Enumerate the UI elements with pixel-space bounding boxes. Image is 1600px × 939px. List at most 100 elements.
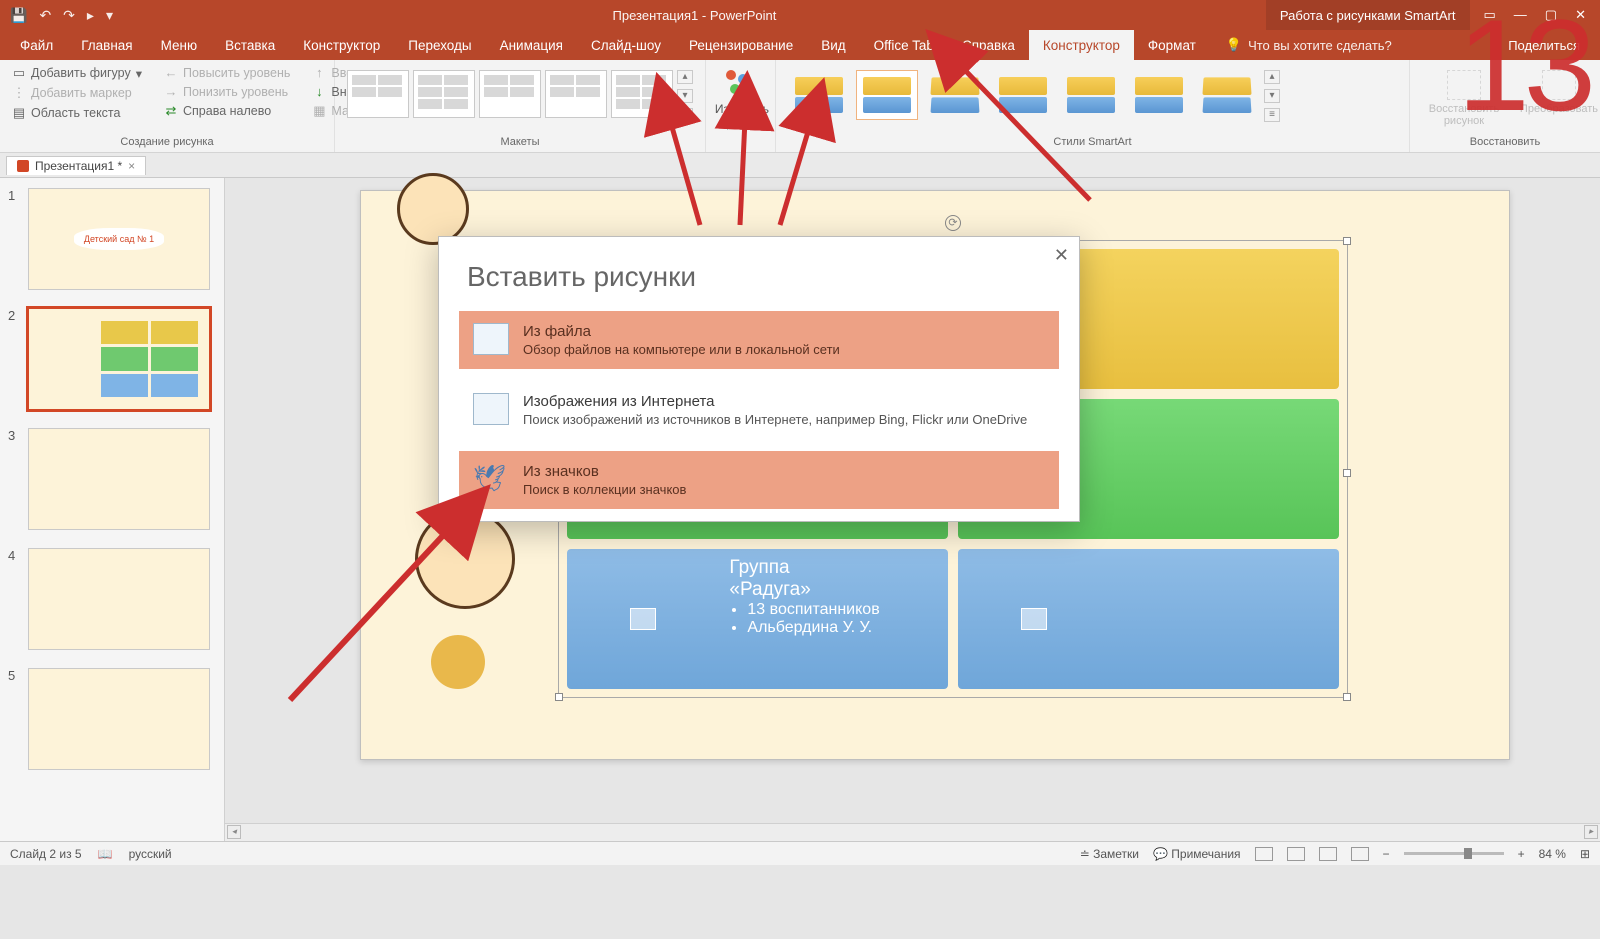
layouts-gallery-nav[interactable]: ▴▾≡ (677, 70, 693, 122)
promote-button[interactable]: ←Повысить уровень (160, 64, 294, 81)
icons-icon: 🕊 (473, 463, 509, 495)
smartart-cell[interactable] (958, 549, 1339, 689)
slide-thumbnail-2[interactable]: 2 (8, 308, 216, 410)
slide-thumbnail-3[interactable]: 3 (8, 428, 216, 530)
chevron-down-icon: ▾ (677, 89, 693, 103)
tab-slideshow[interactable]: Слайд-шоу (577, 30, 675, 60)
layout-thumbnail[interactable] (479, 70, 541, 118)
undo-icon[interactable]: ↶ (39, 7, 51, 24)
style-thumbnail[interactable] (924, 70, 986, 120)
add-shape-icon: ▭ (12, 65, 26, 81)
title-bar: 💾 ↶ ↷ ▸ ▾ Презентация1 - PowerPoint Рабо… (0, 0, 1600, 30)
tab-home[interactable]: Главная (67, 30, 146, 60)
zoom-out-button[interactable]: − (1383, 847, 1390, 861)
fit-to-window-button[interactable]: ⊞ (1580, 847, 1590, 861)
ribbon-group-layouts: ▴▾≡ Макеты (335, 60, 706, 152)
style-thumbnail[interactable] (1060, 70, 1122, 120)
tab-view[interactable]: Вид (807, 30, 859, 60)
scroll-left-icon: ◂ (227, 825, 241, 839)
notes-button[interactable]: ≐ Заметки (1080, 847, 1139, 861)
tell-me-search[interactable]: 💡 Что вы хотите сделать? (1226, 30, 1392, 60)
style-thumbnail[interactable] (1128, 70, 1190, 120)
annotation-number: 13 (1457, 0, 1590, 130)
text-pane-button[interactable]: ▤Область текста (8, 104, 146, 122)
scroll-right-icon: ▸ (1584, 825, 1598, 839)
layout-icon: ▦ (312, 103, 326, 119)
tab-design[interactable]: Конструктор (289, 30, 394, 60)
normal-view-button[interactable] (1255, 847, 1273, 861)
more-icon: ≡ (1264, 108, 1280, 122)
slide-thumbnails-panel[interactable]: 1Детский сад № 1 2 3 4 5 (0, 178, 225, 841)
change-colors-button[interactable]: Изменить цвета ▾ (714, 64, 770, 130)
status-bar: Слайд 2 из 5 📖 русский ≐ Заметки 💬 Приме… (0, 841, 1600, 865)
layout-thumbnail[interactable] (413, 70, 475, 118)
tab-smartart-design[interactable]: Конструктор (1029, 30, 1134, 60)
ribbon-group-change-colors: Изменить цвета ▾ (706, 60, 776, 152)
ribbon-tabs: Файл Главная Меню Вставка Конструктор Пе… (0, 30, 1600, 60)
document-tab[interactable]: Презентация1 * × (6, 156, 146, 175)
smartart-cell-text[interactable]: Группа «Радуга» 13 воспитанниковАльберди… (719, 549, 948, 689)
tab-menu[interactable]: Меню (147, 30, 212, 60)
arrow-left-icon: ← (164, 65, 178, 80)
rtl-button[interactable]: ⇄Справа налево (160, 102, 294, 120)
ribbon: ▭Добавить фигуру▾ ⋮Добавить маркер ▤Обла… (0, 60, 1600, 153)
smartart-cell[interactable]: Группа «Радуга» 13 воспитанниковАльберди… (567, 549, 948, 689)
slide-counter[interactable]: Слайд 2 из 5 (10, 847, 82, 861)
spell-check-icon[interactable]: 📖 (98, 847, 113, 861)
slide-thumbnail-5[interactable]: 5 (8, 668, 216, 770)
tab-help[interactable]: Справка (948, 30, 1029, 60)
style-thumbnail[interactable] (992, 70, 1054, 120)
layout-thumbnail[interactable] (545, 70, 607, 118)
picture-placeholder-icon[interactable] (1021, 608, 1047, 630)
tab-file[interactable]: Файл (6, 30, 67, 60)
add-shape-button[interactable]: ▭Добавить фигуру▾ (8, 64, 146, 82)
horizontal-scrollbar[interactable]: ◂▸ (225, 823, 1600, 841)
chevron-up-icon: ▴ (1264, 70, 1280, 84)
tab-insert[interactable]: Вставка (211, 30, 289, 60)
slide-thumbnail-4[interactable]: 4 (8, 548, 216, 650)
style-thumbnail[interactable] (856, 70, 918, 120)
demote-button[interactable]: →Понизить уровень (160, 83, 294, 100)
style-thumbnail[interactable] (788, 70, 850, 120)
style-thumbnail[interactable] (1196, 70, 1258, 120)
add-bullet-button[interactable]: ⋮Добавить маркер (8, 84, 146, 102)
picture-placeholder-icon[interactable] (630, 608, 656, 630)
zoom-slider[interactable] (1404, 852, 1504, 855)
redo-icon[interactable]: ↷ (63, 7, 75, 24)
save-icon[interactable]: 💾 (10, 7, 27, 24)
close-tab-icon[interactable]: × (128, 159, 135, 173)
zoom-in-button[interactable]: + (1518, 847, 1525, 861)
dialog-option-online[interactable]: Изображения из ИнтернетаПоиск изображени… (459, 381, 1059, 439)
rotate-handle-icon[interactable]: ⟳ (945, 215, 961, 231)
dialog-close-button[interactable]: ✕ (1054, 245, 1069, 266)
quick-access-toolbar: 💾 ↶ ↷ ▸ ▾ (0, 7, 123, 24)
layout-thumbnail[interactable] (347, 70, 409, 118)
slide-thumbnail-1[interactable]: 1Детский сад № 1 (8, 188, 216, 290)
tab-transitions[interactable]: Переходы (394, 30, 485, 60)
reading-view-button[interactable] (1319, 847, 1337, 861)
tab-officetab[interactable]: Office Tab (860, 30, 948, 60)
chevron-up-icon: ▴ (677, 70, 693, 84)
styles-gallery-nav[interactable]: ▴▾≡ (1264, 70, 1280, 122)
qat-more-icon[interactable]: ▾ (106, 7, 113, 24)
language-indicator[interactable]: русский (129, 847, 172, 861)
zoom-level[interactable]: 84 % (1539, 847, 1566, 861)
comments-button[interactable]: 💬 Примечания (1153, 847, 1241, 861)
group-label: Макеты (343, 136, 697, 150)
start-from-beginning-icon[interactable]: ▸ (87, 7, 94, 24)
window-title: Презентация1 - PowerPoint (123, 8, 1266, 23)
dialog-option-from-file[interactable]: Из файлаОбзор файлов на компьютере или в… (459, 311, 1059, 369)
slideshow-view-button[interactable] (1351, 847, 1369, 861)
rtl-icon: ⇄ (164, 103, 178, 119)
dialog-title: Вставить рисунки (439, 237, 1079, 311)
tab-review[interactable]: Рецензирование (675, 30, 807, 60)
slide-sorter-view-button[interactable] (1287, 847, 1305, 861)
group-label: Стили SmartArt (784, 136, 1401, 150)
layout-thumbnail[interactable] (611, 70, 673, 118)
tab-format[interactable]: Формат (1134, 30, 1210, 60)
tab-animations[interactable]: Анимация (486, 30, 577, 60)
lightbulb-icon: 💡 (1226, 37, 1242, 53)
dialog-option-icons[interactable]: 🕊 Из значковПоиск в коллекции значков (459, 451, 1059, 509)
file-icon (473, 323, 509, 355)
group-label: Восстановить (1418, 136, 1592, 150)
